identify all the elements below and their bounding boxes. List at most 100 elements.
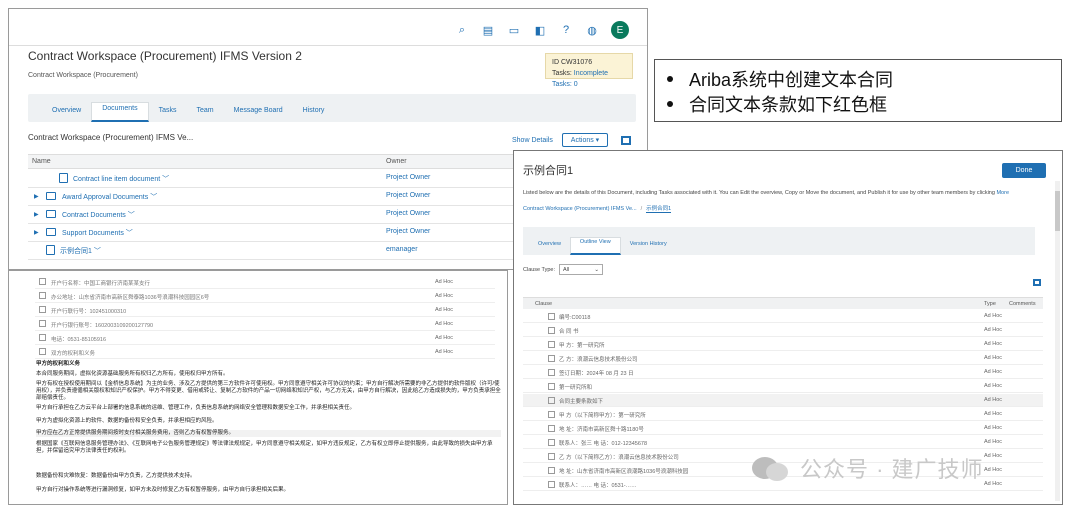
clause-type-select[interactable]: All ⌄ (559, 264, 604, 275)
clause-row[interactable]: 合 同 书 Ad Hoc (523, 324, 1043, 337)
clause-paragraph: 甲方为虚拟化资源上的软件、数据的备份和安全负责，并承担相应的风险。 (36, 418, 218, 424)
id-label: ID (552, 59, 559, 66)
expand-arrow-icon[interactable]: ▶ (34, 193, 39, 200)
clause-icon (548, 327, 555, 334)
owner-link[interactable]: Project Owner (386, 228, 430, 235)
announcement-icon[interactable]: ◍ (585, 23, 599, 37)
tab-team[interactable]: Team (187, 102, 224, 122)
clause-icon (548, 453, 555, 460)
document-description: Listed below are the details of this Doc… (523, 190, 1048, 196)
clause-paragraph: 甲方有权在授权使用期间以【金桥信息系统】为主的业务、涉及乙方提供的第三方软件许可… (36, 381, 501, 401)
clause-row[interactable]: 乙 方：浪潮云信息技术股份公司 Ad Hoc (523, 352, 1043, 365)
table-options-icon[interactable] (1033, 279, 1041, 286)
clause-row[interactable]: 甲 方：第一研究所 Ad Hoc (523, 338, 1043, 351)
clause-row[interactable]: 签订日期：2024年 08 月 23 日 Ad Hoc (523, 366, 1043, 379)
owner-link[interactable]: emanager (386, 246, 418, 253)
clause-table-header: Clause Type Comments (523, 297, 1043, 309)
column-name[interactable]: Name (32, 158, 51, 165)
clause-type: Ad Hoc (435, 279, 454, 285)
header-toolbar: ⌕ ▤ ▭ ◧ ? ◍ E (455, 21, 629, 39)
clause-row[interactable]: 合同主要条款如下 Ad Hoc (523, 394, 1043, 407)
bullet-text: 合同文本条款如下红色框 (689, 95, 887, 115)
clause-icon (548, 397, 555, 404)
bullet-item: 合同文本条款如下红色框 (667, 91, 887, 117)
clause-text: 开户行银行账号：1602003109200127790 (51, 323, 154, 329)
print-icon[interactable]: ▤ (481, 23, 495, 37)
folder-name-link[interactable]: Contract Documents ﹀ (62, 210, 135, 220)
breadcrumb-parent[interactable]: Contract Workspace (Procurement) IFMS Ve… (523, 206, 637, 212)
clause-type: Ad Hoc (435, 307, 454, 313)
owner-link[interactable]: Project Owner (386, 174, 430, 181)
clause-icon (548, 383, 555, 390)
clause-type: Ad Hoc (984, 453, 1003, 459)
column-type[interactable]: Type (984, 301, 996, 307)
chevron-down-icon: ⌄ (594, 266, 600, 273)
done-button[interactable]: Done (1002, 163, 1046, 178)
show-details-link[interactable]: Show Details (512, 137, 553, 144)
chat-icon[interactable]: ▭ (507, 23, 521, 37)
breadcrumb-current[interactable]: 示例合同1 (646, 206, 672, 213)
tab-tasks[interactable]: Tasks (149, 102, 187, 122)
clause-text: 编号:C00118 (559, 315, 591, 321)
tab-history[interactable]: History (293, 102, 335, 122)
clause-row[interactable]: 开户行联行号：102451000310 Ad Hoc (35, 304, 495, 317)
column-clause[interactable]: Clause (535, 301, 552, 307)
scrollbar-thumb[interactable] (1055, 191, 1060, 231)
clause-row[interactable]: 甲 方（以下简称甲方）：第一研究所 Ad Hoc (523, 408, 1043, 421)
actions-button[interactable]: Actions ▾ (562, 133, 608, 147)
clause-type: Ad Hoc (984, 425, 1003, 431)
folder-icon (46, 192, 56, 200)
help-icon[interactable]: ? (559, 23, 573, 37)
more-link[interactable]: More (996, 190, 1009, 196)
clause-type: Ad Hoc (984, 439, 1003, 445)
clause-icon (39, 306, 46, 313)
expand-arrow-icon[interactable]: ▶ (34, 211, 39, 218)
owner-link[interactable]: Project Owner (386, 210, 430, 217)
clause-icon (548, 467, 555, 474)
clause-row[interactable]: 开户行银行账号：1602003109200127790 Ad Hoc (35, 318, 495, 331)
clause-text: 开户行联行号：102451000310 (51, 309, 127, 315)
folder-name-link[interactable]: Award Approval Documents ﹀ (62, 192, 157, 202)
document-name-link[interactable]: 示例合同1 ﹀ (60, 246, 101, 256)
avatar[interactable]: E (611, 21, 629, 39)
clause-text: 乙 方：浪潮云信息技术股份公司 (559, 357, 638, 363)
bullet-text: Ariba系统中创建文本合同 (689, 70, 894, 90)
clause-paragraph: 甲方自行承担在乙方云平台上部署的信息系统的运维、管理工作，负责信息系统的网络安全… (36, 405, 356, 411)
folder-icon (46, 210, 56, 218)
clause-paragraph: 甲方自行对操作系统等进行漏洞修复，如甲方未及时修复乙方有权暂停服务，由甲方自行承… (36, 487, 290, 493)
breadcrumb-separator: / (640, 206, 643, 212)
document-icon (46, 245, 55, 255)
clause-row[interactable]: 双方的权利和义务 Ad Hoc (35, 346, 495, 359)
clause-type: Ad Hoc (984, 467, 1003, 473)
clause-row[interactable]: 编号:C00118 Ad Hoc (523, 310, 1043, 323)
column-comments[interactable]: Comments (1009, 301, 1036, 307)
clause-icon (548, 355, 555, 362)
tab-outline-view[interactable]: Outline View (569, 237, 621, 255)
table-options-icon[interactable] (621, 136, 631, 145)
clause-row[interactable]: 第一研究所和 Ad Hoc (523, 380, 1043, 393)
tab-overview[interactable]: Overview (42, 102, 91, 122)
expand-arrow-icon[interactable]: ▶ (34, 229, 39, 236)
folder-name-link[interactable]: Support Documents ﹀ (62, 228, 133, 238)
clause-row[interactable]: 电话：0531-85105916 Ad Hoc (35, 332, 495, 345)
search-icon[interactable]: ⌕ (455, 23, 469, 37)
tab-documents[interactable]: Documents (91, 102, 149, 122)
clause-text: 双方的权利和义务 (51, 351, 96, 357)
tab-overview[interactable]: Overview (529, 237, 570, 255)
owner-link[interactable]: Project Owner (386, 192, 430, 199)
bullet-dot (667, 101, 673, 107)
clause-row[interactable]: 地 址：济南市高新区舜十路1180号 Ad Hoc (523, 422, 1043, 435)
column-owner[interactable]: Owner (386, 158, 407, 165)
tab-message-board[interactable]: Message Board (224, 102, 293, 122)
clause-row[interactable]: 联系人：张三 电 话：012-12345678 Ad Hoc (523, 436, 1043, 449)
document-name-link[interactable]: Contract line item document ﹀ (73, 174, 169, 184)
clause-row[interactable]: 办公地址：山东省济南市高新区舜泰路1036号浪潮科技园园区6号 Ad Hoc (35, 290, 495, 303)
tab-version-history[interactable]: Version History (621, 237, 676, 255)
messages-icon[interactable]: ◧ (533, 23, 547, 37)
clause-type: Ad Hoc (984, 355, 1003, 361)
clause-text: 乙 方（以下简称乙方）：浪潮云信息技术股份公司 (559, 455, 679, 461)
clause-type-value: All (563, 266, 570, 273)
scrollbar[interactable] (1055, 181, 1060, 501)
clause-text: 联系人：张三 电 话：012-12345678 (559, 441, 648, 447)
clause-row[interactable]: 开户行名称：中国工商银行济南某某支行 Ad Hoc (35, 276, 495, 289)
